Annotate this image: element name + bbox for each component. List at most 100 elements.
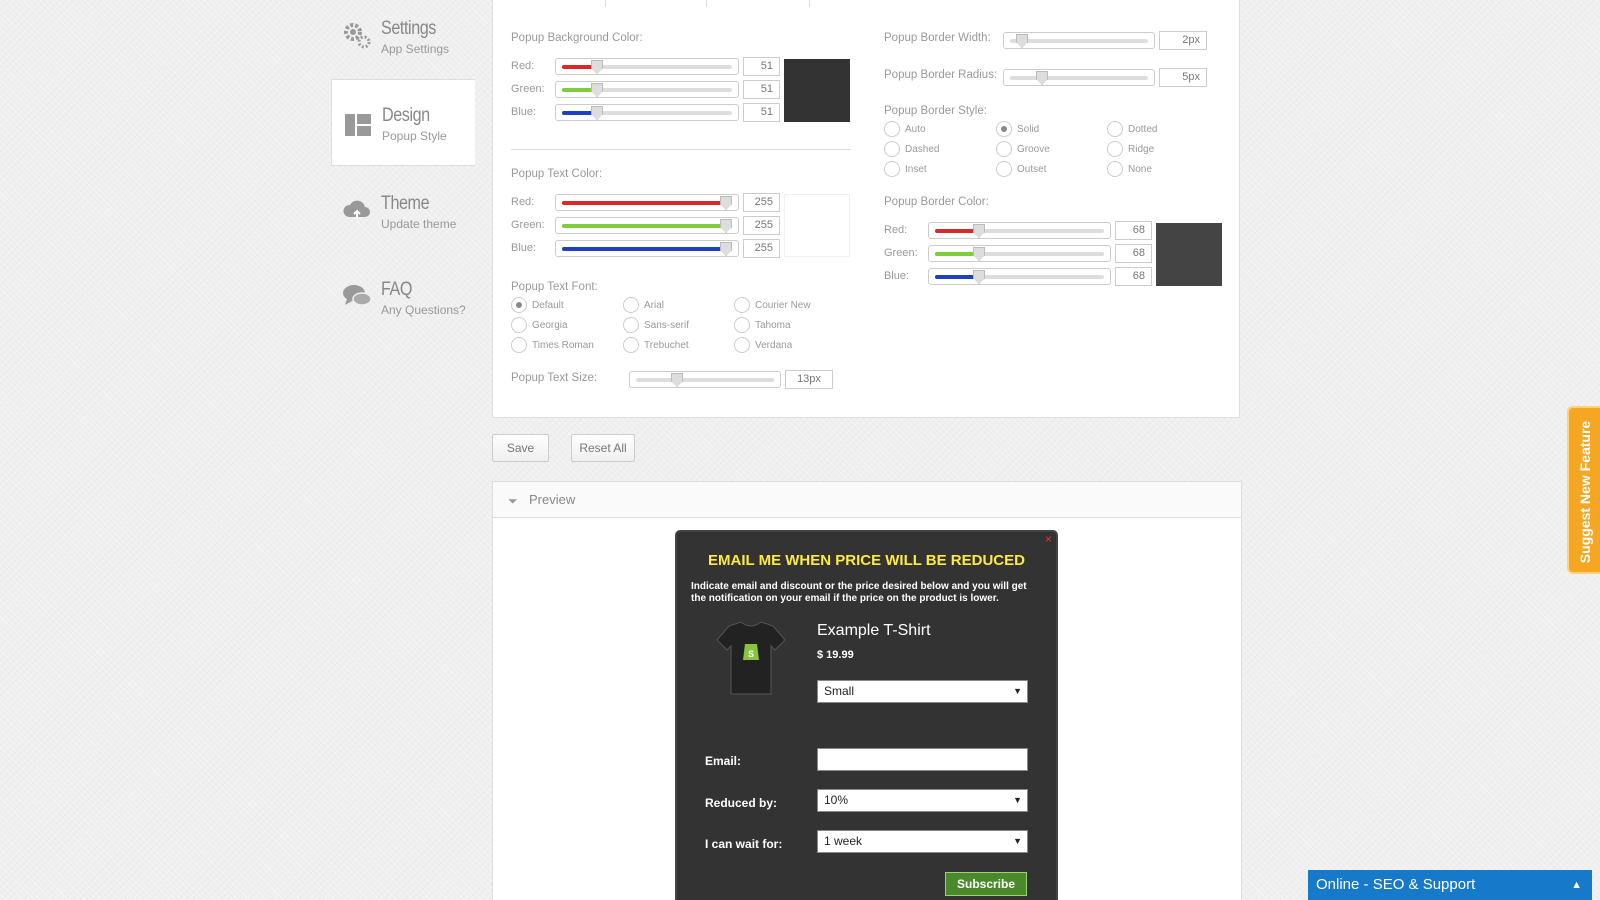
font-radio-tahoma[interactable] bbox=[734, 317, 750, 333]
font-radio-trebuchet[interactable] bbox=[623, 337, 639, 353]
font-option-label: Tahoma bbox=[755, 320, 791, 331]
support-chat-bar[interactable]: Online - SEO & Support ▲ bbox=[1308, 870, 1592, 900]
border-radio-none[interactable] bbox=[1107, 161, 1123, 177]
text-size-label: Popup Text Size: bbox=[511, 372, 598, 384]
border-option-label: Ridge bbox=[1128, 144, 1155, 155]
border-red-value[interactable]: 68 bbox=[1115, 221, 1152, 240]
border-radio-auto[interactable] bbox=[884, 121, 900, 137]
border-radius-value[interactable]: 5px bbox=[1159, 68, 1207, 87]
variant-select[interactable]: Small ▼ bbox=[817, 680, 1028, 703]
sidebar-item-settings[interactable]: Settings App Settings bbox=[331, 0, 474, 87]
bg-red-slider[interactable] bbox=[555, 58, 739, 75]
sidebar-item-theme[interactable]: Theme Update theme bbox=[331, 175, 474, 262]
product-name: Example T-Shirt bbox=[817, 622, 931, 639]
wait-value: 1 week bbox=[824, 834, 863, 848]
text-green-label: Green: bbox=[511, 219, 545, 231]
bg-blue-value[interactable]: 51 bbox=[743, 103, 780, 122]
email-field[interactable] bbox=[817, 748, 1028, 771]
text-color-label: Popup Text Color: bbox=[511, 168, 603, 180]
font-radio-georgia[interactable] bbox=[511, 317, 527, 333]
bg-blue-label: Blue: bbox=[511, 106, 537, 118]
suggest-feature-label: Suggest New Feature bbox=[1577, 420, 1593, 564]
border-option-label: Inset bbox=[905, 164, 927, 175]
border-radio-groove[interactable] bbox=[996, 141, 1012, 157]
border-style-label: Popup Border Style: bbox=[884, 105, 987, 117]
wait-label: I can wait for: bbox=[705, 837, 783, 851]
bg-green-slider[interactable] bbox=[555, 81, 739, 98]
sidebar-item-design[interactable]: Design Popup Style bbox=[331, 79, 475, 166]
suggest-feature-tab[interactable]: Suggest New Feature bbox=[1567, 406, 1600, 574]
price-alert-popup: × EMAIL ME WHEN PRICE WILL BE REDUCED In… bbox=[675, 530, 1058, 900]
text-blue-slider[interactable] bbox=[555, 240, 739, 257]
font-option-label: Georgia bbox=[532, 320, 568, 331]
save-button[interactable]: Save bbox=[492, 434, 549, 462]
close-icon[interactable]: × bbox=[1045, 532, 1052, 546]
font-radio-sans-serif[interactable] bbox=[623, 317, 639, 333]
font-option-label: Courier New bbox=[755, 300, 811, 311]
text-size-value[interactable]: 13px bbox=[785, 370, 833, 389]
subscribe-button[interactable]: Subscribe bbox=[945, 872, 1027, 896]
bg-blue-slider[interactable] bbox=[555, 104, 739, 121]
sidebar-item-title: Theme bbox=[381, 193, 430, 214]
border-option-label: Auto bbox=[905, 124, 926, 135]
border-radio-dashed[interactable] bbox=[884, 141, 900, 157]
text-blue-value[interactable]: 255 bbox=[743, 239, 780, 258]
border-width-label: Popup Border Width: bbox=[884, 32, 991, 44]
border-option-label: Dotted bbox=[1128, 124, 1158, 135]
font-radio-courier-new[interactable] bbox=[734, 297, 750, 313]
font-option-label: Verdana bbox=[755, 340, 793, 351]
wait-select[interactable]: 1 week ▼ bbox=[817, 830, 1028, 853]
tab-strip bbox=[493, 0, 813, 7]
border-radio-outset[interactable] bbox=[996, 161, 1012, 177]
bg-color-swatch bbox=[784, 59, 850, 122]
border-color-swatch bbox=[1156, 223, 1222, 286]
border-radio-ridge[interactable] bbox=[1107, 141, 1123, 157]
border-radius-slider[interactable] bbox=[1003, 69, 1155, 86]
bg-green-label: Green: bbox=[511, 83, 545, 95]
border-option-label: Outset bbox=[1017, 164, 1047, 175]
text-green-slider[interactable] bbox=[555, 217, 739, 234]
border-radio-solid[interactable] bbox=[996, 121, 1012, 137]
border-blue-value[interactable]: 68 bbox=[1115, 267, 1152, 286]
divider bbox=[511, 149, 851, 150]
font-radio-arial[interactable] bbox=[623, 297, 639, 313]
funnel-icon: ⏷ bbox=[508, 494, 518, 508]
chevron-down-icon: ▼ bbox=[1013, 686, 1022, 696]
popup-description: Indicate email and discount or the price… bbox=[691, 581, 1027, 604]
border-width-value[interactable]: 2px bbox=[1159, 31, 1207, 50]
reduced-by-select[interactable]: 10% ▼ bbox=[817, 789, 1028, 812]
border-green-value[interactable]: 68 bbox=[1115, 244, 1152, 263]
support-chat-label: Online - SEO & Support bbox=[1316, 876, 1476, 893]
chevron-down-icon: ▼ bbox=[1013, 836, 1022, 846]
font-option-label: Default bbox=[532, 300, 564, 311]
sidebar-item-faq[interactable]: FAQ Any Questions? bbox=[331, 261, 474, 348]
product-price: $ 19.99 bbox=[817, 649, 854, 661]
border-radio-inset[interactable] bbox=[884, 161, 900, 177]
text-green-value[interactable]: 255 bbox=[743, 216, 780, 235]
text-color-swatch bbox=[784, 194, 850, 257]
font-radio-times-roman[interactable] bbox=[511, 337, 527, 353]
preview-title: Preview bbox=[529, 492, 576, 507]
bg-green-value[interactable]: 51 bbox=[743, 80, 780, 99]
font-option-label: Trebuchet bbox=[644, 340, 689, 351]
border-radius-label: Popup Border Radius: bbox=[884, 69, 998, 81]
border-radio-dotted[interactable] bbox=[1107, 121, 1123, 137]
sidebar-item-title: Design bbox=[382, 105, 430, 126]
variant-select-value: Small bbox=[824, 684, 855, 698]
cloud-upload-icon bbox=[343, 200, 370, 219]
font-radio-verdana[interactable] bbox=[734, 337, 750, 353]
border-width-slider[interactable] bbox=[1003, 32, 1155, 49]
border-red-slider[interactable] bbox=[928, 222, 1111, 239]
font-radio-default[interactable] bbox=[511, 297, 527, 313]
text-red-value[interactable]: 255 bbox=[743, 193, 780, 212]
text-red-slider[interactable] bbox=[555, 194, 739, 211]
reduced-by-value: 10% bbox=[824, 793, 849, 807]
border-green-slider[interactable] bbox=[928, 245, 1111, 262]
reset-all-button[interactable]: Reset All bbox=[571, 434, 635, 462]
border-option-label: None bbox=[1128, 164, 1152, 175]
text-size-slider[interactable] bbox=[629, 371, 781, 388]
border-blue-slider[interactable] bbox=[928, 268, 1111, 285]
bg-red-value[interactable]: 51 bbox=[743, 57, 780, 76]
border-blue-label: Blue: bbox=[884, 270, 910, 282]
email-label: Email: bbox=[705, 754, 742, 768]
